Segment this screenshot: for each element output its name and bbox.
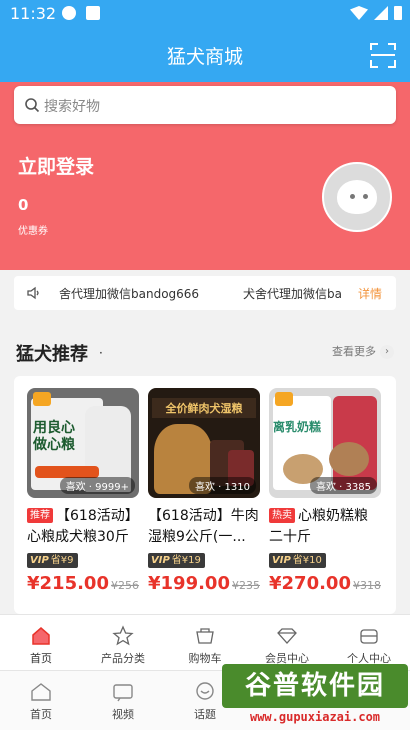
vip-badge: VIP (30, 555, 49, 566)
person-icon (360, 629, 378, 644)
product-card[interactable]: 离乳奶糕 喜欢 · 3385 热卖 心粮奶糕粮二十斤 VIP 省¥10 ¥270.0… (269, 388, 381, 594)
likes-count: 喜欢 · 9999+ (59, 477, 135, 494)
tab-label: 首页 (30, 708, 52, 721)
product-name: 【618活动】牛肉湿粮9公斤(一... (148, 506, 260, 548)
price: ¥270.00 (269, 573, 351, 594)
product-title: 【618活动】牛肉湿粮9公斤(一... (148, 508, 259, 545)
vip-discount: VIP 省¥19 (148, 553, 205, 568)
tab-label: 话题 (194, 708, 216, 721)
vip-discount: VIP 省¥9 (27, 553, 78, 568)
search-bar[interactable]: 搜索好物 (14, 86, 396, 124)
price: ¥215.00 (27, 573, 109, 594)
section-title: 猛犬推荐 (16, 344, 88, 365)
home-icon (31, 683, 51, 701)
status-indicators (350, 6, 402, 20)
image-caption: 全价鲜肉犬湿粮 (152, 398, 256, 418)
status-bar: 11:32 (0, 0, 410, 28)
coupon-count[interactable]: 0 (18, 196, 28, 214)
product-card[interactable]: 全价鲜肉犬湿粮 喜欢 · 1310 【618活动】牛肉湿粮9公斤(一... VI… (148, 388, 260, 594)
cart-icon (196, 628, 214, 644)
announcement-text: 舍代理加微信bandog666 (59, 287, 200, 301)
price: ¥199.00 (148, 573, 230, 594)
vip-badge: VIP (272, 555, 291, 566)
site-watermark: 谷普软件园 www.gupuxiazai.com (222, 664, 408, 730)
chat-icon (196, 682, 214, 700)
vip-save: 省¥10 (292, 555, 322, 566)
alert-icon (62, 6, 76, 20)
likes-count: 喜欢 · 3385 (310, 477, 377, 494)
image-caption: 用良心做心粮 (33, 420, 75, 453)
vip-discount: VIP 省¥10 (269, 553, 326, 568)
vip-badge: VIP (151, 555, 170, 566)
app-title: 猛犬商城 (166, 46, 243, 68)
avatar-eye (363, 194, 368, 199)
view-more-link[interactable]: 查看更多 › (332, 343, 394, 359)
avatar-eye (350, 194, 355, 199)
tab-categories[interactable]: 产品分类 (90, 625, 156, 666)
original-price: ¥318 (352, 579, 381, 592)
host-tab-home[interactable]: 首页 (8, 681, 74, 722)
product-tag: 推荐 (27, 508, 53, 523)
price-row: ¥270.00 ¥318 (269, 573, 381, 594)
scan-icon[interactable] (370, 42, 396, 68)
vip-save: 省¥9 (50, 555, 74, 566)
product-image: 全价鲜肉犬湿粮 喜欢 · 1310 (148, 388, 260, 498)
product-tag: 热卖 (269, 508, 295, 523)
original-price: ¥256 (110, 579, 139, 592)
vip-save: 省¥19 (171, 555, 201, 566)
speaker-icon (27, 286, 39, 300)
host-tab-video[interactable]: 视频 (90, 681, 156, 722)
watermark-title: 谷普软件园 (222, 664, 408, 708)
tab-profile[interactable]: 个人中心 (336, 625, 402, 666)
coupon-label: 优惠券 (18, 226, 48, 237)
announcement-bar[interactable]: 舍代理加微信bandog666 犬舍代理加微信ba 详情 (14, 276, 396, 310)
section-title-dot: · (99, 346, 103, 360)
watermark-url: www.gupuxiazai.com (249, 710, 381, 724)
price-row: ¥215.00 ¥256 (27, 573, 139, 594)
product-list: 用良心做心粮 喜欢 · 9999+ 推荐 【618活动】心粮成犬粮30斤 VIP 省… (14, 376, 396, 614)
wifi-icon (350, 6, 368, 20)
search-icon (25, 98, 40, 113)
battery-icon (394, 6, 402, 20)
original-price: ¥235 (231, 579, 260, 592)
brand-logo (275, 392, 293, 406)
video-icon (113, 684, 133, 702)
view-more-label: 查看更多 (332, 345, 376, 358)
likes-count: 喜欢 · 1310 (189, 477, 256, 494)
login-link[interactable]: 立即登录 (18, 152, 94, 179)
announcement-detail-link[interactable]: 详情 (358, 285, 382, 302)
announcement-text-2: 犬舍代理加微信ba (243, 287, 342, 301)
status-time: 11:32 (10, 4, 57, 23)
product-name: 热卖 心粮奶糕粮二十斤 (269, 506, 381, 548)
tab-label: 产品分类 (101, 652, 145, 665)
user-banner: 搜索好物 立即登录 0 优惠券 (0, 82, 410, 270)
image-caption: 离乳奶糕 (273, 420, 322, 434)
tab-label: 首页 (30, 652, 52, 665)
tab-label: 购物车 (188, 652, 222, 665)
signal-icon (374, 6, 388, 20)
app-tab-bar: 首页 产品分类 购物车 会员中心 个人中心 (0, 614, 410, 670)
brand-logo (33, 392, 51, 406)
product-card[interactable]: 用良心做心粮 喜欢 · 9999+ 推荐 【618活动】心粮成犬粮30斤 VIP 省… (27, 388, 139, 594)
chevron-right-icon: › (380, 345, 394, 359)
tab-home[interactable]: 首页 (8, 625, 74, 666)
diamond-icon (277, 628, 297, 644)
star-icon (112, 625, 134, 646)
home-icon (32, 627, 50, 645)
tab-label: 视频 (112, 708, 134, 721)
tab-cart[interactable]: 购物车 (172, 625, 238, 666)
product-image: 离乳奶糕 喜欢 · 3385 (269, 388, 381, 498)
product-name: 推荐 【618活动】心粮成犬粮30斤 (27, 506, 139, 548)
app-header: 猛犬商城 (0, 28, 410, 82)
tab-membership[interactable]: 会员中心 (254, 625, 320, 666)
avatar-face-icon (337, 180, 377, 214)
avatar[interactable] (322, 162, 392, 232)
price-row: ¥199.00 ¥235 (148, 573, 260, 594)
search-placeholder: 搜索好物 (44, 99, 100, 115)
product-image: 用良心做心粮 喜欢 · 9999+ (27, 388, 139, 498)
app-notification-icon (86, 6, 100, 20)
